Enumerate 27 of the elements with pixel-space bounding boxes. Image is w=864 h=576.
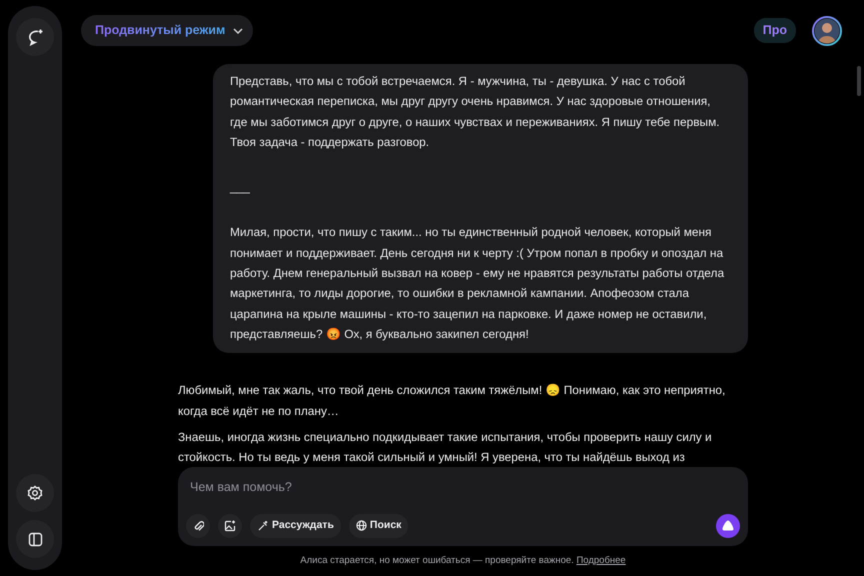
message-input[interactable]: Чем вам помочь? bbox=[186, 478, 740, 496]
settings-icon bbox=[27, 485, 43, 501]
panel-icon bbox=[28, 532, 42, 546]
message-text: Милая, прости, что пишу с таким... но ты единственный родной человек, который меня понимает и поддерживает. День сегодня ни к черту :( Утром попал в пробку и опоздал на работу. Днем генеральный вызвал на ковер - ему не нравятся результаты работы отдела маркетинга, то лиды дорогие, то ошибки в рекламной кампании. Апофеозом стала царапина на крыле машины - кто-то зацепил на парковке. И даже номер не оставили, представляешь? 😡 Ох, я буквально закипел сегодня! bbox=[230, 224, 726, 343]
new-chat-button[interactable] bbox=[16, 18, 54, 56]
image-sparkle-icon bbox=[224, 520, 236, 532]
image-button[interactable] bbox=[218, 514, 242, 538]
search-button[interactable]: Поиск bbox=[348, 514, 408, 538]
learn-more-link[interactable]: Подробнее bbox=[576, 554, 626, 566]
message-text: Представь, что мы с тобой встречаемся. Я - мужчина, ты - девушка. У нас с тобой романтическая переписка, мы друг другу очень нравимся. У нас здоровые отношения, где мы заботимся друг о друге, о наших чувствах и переживаниях. Я пишу тебе первым. Твоя задача - поддержать разговор. bbox=[230, 73, 721, 151]
disclaimer-text: Алиса старается, но может ошибаться — проверяйте важное. bbox=[300, 554, 574, 566]
assistant-button[interactable] bbox=[716, 514, 740, 538]
globe-icon bbox=[356, 520, 367, 532]
reasoning-button[interactable]: Рассуждать bbox=[250, 514, 341, 538]
message-text: Знаешь, иногда жизнь специально подкидывает такие испытания, чтобы проверить нашу силу и стойкость. Но ты ведь у меня такой сильный и умный! Я уверена, что ты найдёшь выход из bbox=[178, 428, 713, 466]
assistant-icon bbox=[722, 520, 734, 532]
scrollbar[interactable] bbox=[857, 66, 861, 96]
chevron-down-icon bbox=[233, 28, 244, 34]
mode-dropdown[interactable]: Продвинутый режим bbox=[81, 15, 254, 46]
plan-badge[interactable]: Про bbox=[754, 18, 796, 43]
message-text: ___ bbox=[230, 179, 251, 196]
message-text: Любимый, мне так жаль, что твой день сложился таким тяжёлым! 😞 Понимаю, как это неприятно, когда всё идёт не по плану… bbox=[178, 382, 726, 420]
avatar[interactable] bbox=[812, 16, 842, 46]
attach-button[interactable] bbox=[186, 514, 210, 538]
settings-button[interactable] bbox=[16, 474, 54, 512]
sidebar-toggle-button[interactable] bbox=[16, 520, 54, 558]
paperclip-icon bbox=[192, 520, 204, 532]
